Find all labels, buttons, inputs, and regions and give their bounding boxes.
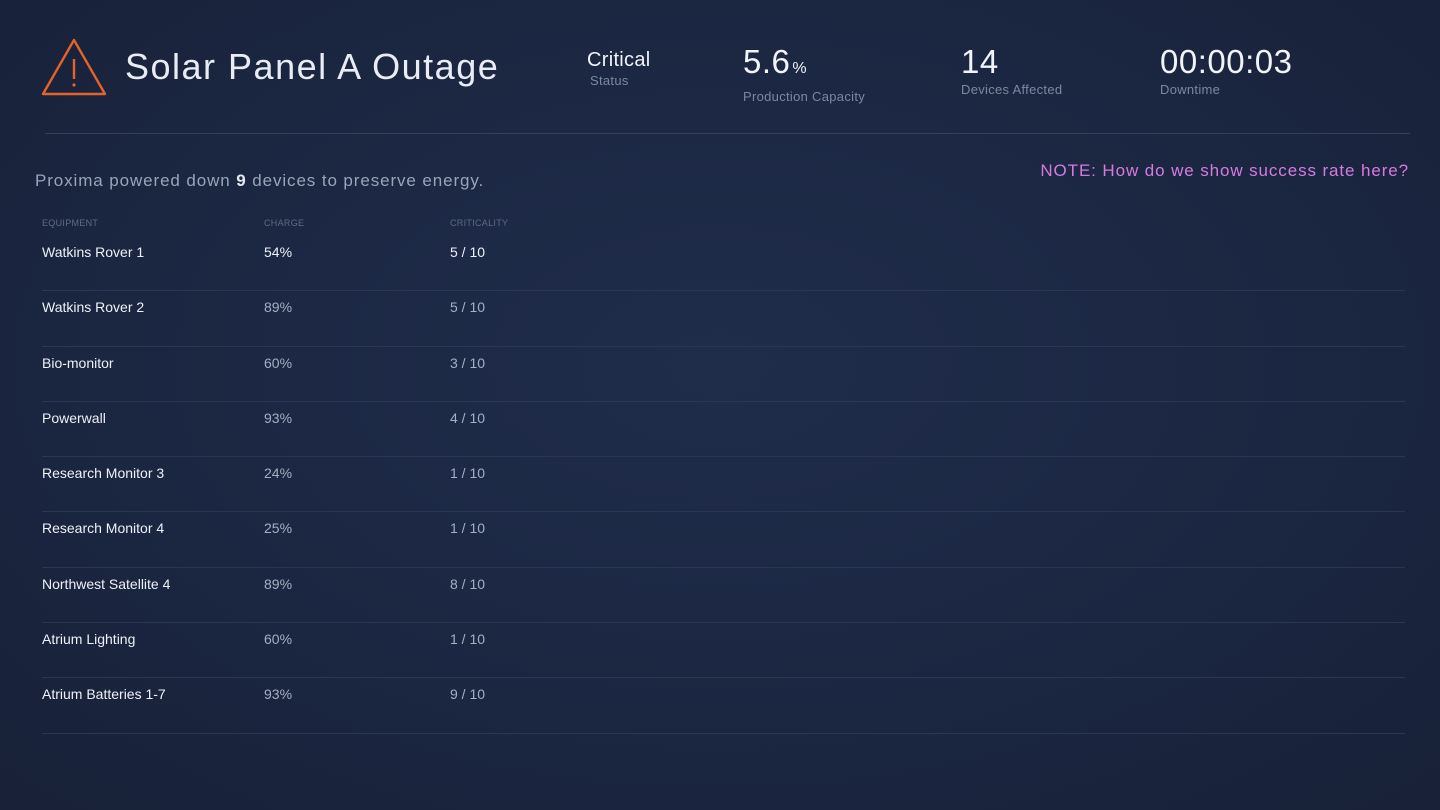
production-capacity-label: Production Capacity (743, 89, 866, 104)
status-value: Critical (587, 49, 651, 71)
status-stat: Critical Status (587, 48, 651, 88)
equipment-table: EQUIPMENT CHARGE CRITICALITY Watkins Rov… (42, 216, 1405, 734)
equipment-cell: Atrium Batteries 1-7 (42, 686, 166, 703)
criticality-cell: 9 / 10 (450, 686, 486, 703)
charge-cell: 89% (264, 299, 293, 316)
table-row[interactable]: Watkins Rover 1 54% 5 / 10 (42, 236, 1405, 292)
equipment-cell: Research Monitor 4 (42, 520, 165, 537)
charge-cell: 93% (264, 686, 293, 703)
equipment-cell: Research Monitor 3 (42, 465, 165, 482)
page-title: Solar Panel A Outage (125, 46, 500, 87)
table-row[interactable]: Bio-monitor 60% 3 / 10 (42, 347, 1405, 402)
criticality-cell: 1 / 10 (450, 520, 486, 537)
table-row[interactable]: Atrium Batteries 1-7 93% 9 / 10 (42, 678, 1405, 734)
criticality-cell: 4 / 10 (450, 409, 486, 426)
devices-affected-value: 14 (961, 43, 999, 80)
equipment-cell: Bio-monitor (42, 354, 114, 371)
downtime-label: Downtime (1160, 82, 1221, 97)
table-row[interactable]: Research Monitor 4 25% 1 / 10 (42, 512, 1405, 568)
charge-cell: 54% (264, 244, 293, 260)
criticality-cell: 5 / 10 (450, 299, 486, 316)
equipment-cell: Watkins Rover 2 (42, 299, 145, 316)
equipment-cell: Northwest Satellite 4 (42, 575, 171, 592)
equipment-cell: Powerwall (42, 409, 106, 426)
production-capacity-value: 5.6% (743, 43, 808, 80)
column-header-equipment: EQUIPMENT (42, 218, 99, 228)
status-label: Status (590, 73, 629, 88)
powered-down-count: 9 (236, 171, 247, 190)
table-row[interactable]: Watkins Rover 2 89% 5 / 10 (42, 291, 1405, 347)
charge-cell: 93% (264, 409, 293, 426)
table-row[interactable]: Powerwall 93% 4 / 10 (42, 402, 1405, 458)
criticality-cell: 1 / 10 (450, 631, 486, 648)
column-header-criticality: CRITICALITY (450, 218, 509, 228)
table-row[interactable]: Northwest Satellite 4 89% 8 / 10 (42, 568, 1405, 624)
downtime-value: 00:00:03 (1160, 43, 1293, 80)
table-row[interactable]: Research Monitor 3 24% 1 / 10 (42, 457, 1405, 513)
production-capacity-unit: % (792, 60, 808, 77)
equipment-cell: Atrium Lighting (42, 631, 136, 648)
downtime-stat: 00:00:03 Downtime (1160, 43, 1293, 98)
charge-cell: 89% (264, 575, 293, 592)
header-divider (45, 133, 1410, 134)
column-header-charge: CHARGE (264, 218, 305, 228)
criticality-cell: 8 / 10 (450, 575, 486, 592)
warning-icon (41, 38, 107, 96)
charge-cell: 60% (264, 631, 293, 648)
charge-cell: 24% (264, 465, 293, 482)
outage-header: Solar Panel A Outage Critical Status 5.6… (0, 0, 1440, 134)
design-note: NOTE: How do we show success rate here? (1040, 161, 1409, 180)
summary-text: Proxima powered down 9 devices to preser… (35, 171, 485, 190)
table-header: EQUIPMENT CHARGE CRITICALITY (42, 216, 1405, 236)
table-body: Watkins Rover 1 54% 5 / 10 Watkins Rover 2 8… (42, 236, 1405, 734)
table-row[interactable]: Atrium Lighting 60% 1 / 10 (42, 623, 1405, 679)
devices-affected-stat: 14 Devices Affected (961, 43, 1063, 98)
criticality-cell: 5 / 10 (450, 244, 486, 260)
criticality-cell: 1 / 10 (450, 465, 486, 482)
criticality-cell: 3 / 10 (450, 354, 486, 371)
production-capacity-stat: 5.6% Production Capacity (743, 43, 866, 105)
equipment-cell: Watkins Rover 1 (42, 244, 145, 260)
devices-affected-label: Devices Affected (961, 82, 1063, 97)
charge-cell: 25% (264, 520, 293, 537)
charge-cell: 60% (264, 354, 293, 371)
